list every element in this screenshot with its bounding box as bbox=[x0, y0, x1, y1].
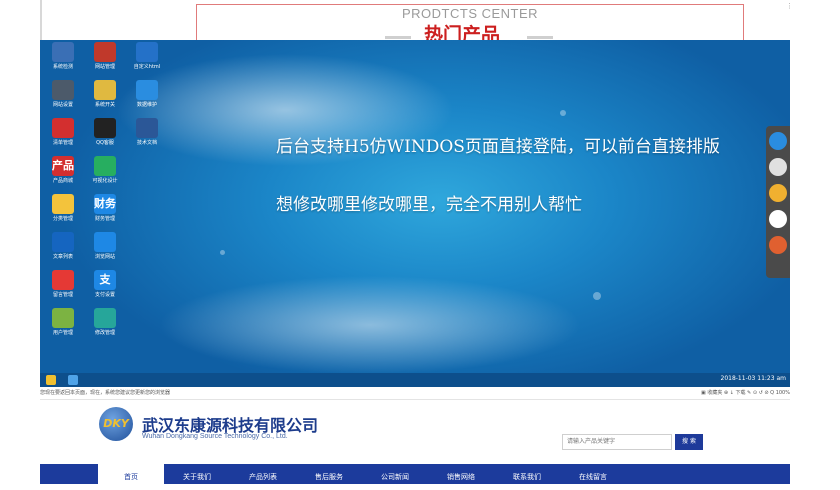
nav-item[interactable]: 联系我们 bbox=[494, 464, 560, 484]
desktop-icon-label: 文章列表 bbox=[52, 254, 73, 260]
list-icon bbox=[52, 232, 74, 252]
bubble bbox=[593, 292, 601, 300]
people-icon[interactable] bbox=[769, 184, 787, 202]
desktop-icon[interactable]: 自定义html bbox=[130, 40, 164, 76]
browser-status-bar: 您现在要返回本页面，现在，系统您建议您更新您的浏览器 ▣ 收藏夹 ⊕ ↓ 下载 … bbox=[40, 387, 790, 400]
info-icon[interactable] bbox=[769, 132, 787, 150]
desktop-icon-label: 浏览网站 bbox=[94, 254, 115, 260]
nav-item[interactable]: 公司新闻 bbox=[362, 464, 428, 484]
chat-icon bbox=[94, 308, 116, 328]
desktop-icon-label: 用户管理 bbox=[52, 330, 73, 336]
main-nav: 首页 关于我们 产品列表 售后服务 公司新闻 销售网络 联系我们 在线留言 bbox=[40, 464, 790, 484]
globe-icon bbox=[94, 42, 116, 62]
nav-item[interactable]: 售后服务 bbox=[296, 464, 362, 484]
bubble bbox=[220, 250, 225, 255]
web-desktop: 系统检测 网站管理 自定义html 网站设置 系统开关 数据维护清单管理 QQ客服 技术文档产… bbox=[40, 40, 790, 373]
desktop-icon-label: 技术文档 bbox=[136, 140, 157, 146]
title-dash-right bbox=[527, 36, 553, 39]
ie-icon bbox=[94, 232, 116, 252]
nav-item[interactable]: 销售网络 bbox=[428, 464, 494, 484]
promo-line-2: 想修改哪里修改哪里，完全不用别人帮忙 bbox=[276, 195, 582, 215]
desktop-icon-label: 财务管理 bbox=[94, 216, 115, 222]
desktop-icon[interactable]: 支支付设置 bbox=[88, 268, 122, 304]
nav-item[interactable]: 首页 bbox=[98, 464, 164, 484]
nav-item[interactable]: 在线留言 bbox=[560, 464, 626, 484]
desktop-icon-label: 可视化设计 bbox=[92, 178, 118, 184]
status-message: 您现在要返回本页面，现在，系统您建议您更新您的浏览器 bbox=[40, 390, 171, 396]
company-logo[interactable]: DKY bbox=[99, 407, 133, 441]
company-name-en: Wuhan Dongkang Source Technology Co., Lt… bbox=[142, 433, 288, 440]
desktop-icon[interactable]: 财务 财务管理 bbox=[88, 192, 122, 228]
shop-icon: 产品 bbox=[52, 156, 74, 176]
desktop-icon-label: 系统开关 bbox=[94, 102, 115, 108]
message-icon bbox=[52, 270, 74, 290]
desktop-icon-label: 分类管理 bbox=[52, 216, 73, 222]
monitor-icon bbox=[52, 42, 74, 62]
status-tools[interactable]: ▣ 收藏夹 ⊕ ↓ 下载 ✎ ⊙ ↺ ⊘ Q 100% bbox=[701, 389, 790, 396]
mail-icon[interactable] bbox=[769, 210, 787, 228]
settings-icon[interactable] bbox=[769, 158, 787, 176]
page-edge-line bbox=[40, 0, 42, 40]
desktop-icon-label: 修改管理 bbox=[94, 330, 115, 336]
desktop-icon-label: QQ客服 bbox=[96, 140, 114, 146]
desktop-icon[interactable]: 数据维护 bbox=[130, 78, 164, 114]
taskbar: 2018-11-03 11:23 am bbox=[40, 373, 790, 387]
desktop-icon-label: 支付设置 bbox=[94, 292, 115, 298]
penguin-icon bbox=[94, 118, 116, 138]
side-dock bbox=[766, 126, 790, 278]
desktop-icon[interactable]: 分类管理 bbox=[46, 192, 80, 228]
browser-icon[interactable] bbox=[68, 375, 78, 385]
word-icon bbox=[136, 118, 158, 138]
gear-icon bbox=[52, 80, 74, 100]
desktop-icon-label: 数据维护 bbox=[136, 102, 157, 108]
desktop-icon-label: 自定义html bbox=[133, 64, 161, 70]
bubble bbox=[560, 110, 566, 116]
desktop-icon[interactable]: 用户管理 bbox=[46, 306, 80, 342]
folder-icon bbox=[52, 194, 74, 214]
side-mark: ⋮ bbox=[786, 2, 793, 10]
window-icon bbox=[94, 156, 116, 176]
desktop-icon[interactable]: 系统检测 bbox=[46, 40, 80, 76]
desktop-icon[interactable]: 修改管理 bbox=[88, 306, 122, 342]
desktop-icon-label: 清单管理 bbox=[52, 140, 73, 146]
desktop-icon-label: 产品商城 bbox=[52, 178, 73, 184]
desktop-icon-label: 网站管理 bbox=[94, 64, 115, 70]
title-dash-left bbox=[385, 36, 411, 39]
desktop-icon[interactable]: 网站管理 bbox=[88, 40, 122, 76]
background-page-strip: PRODTCTS CENTER 热门产品 ⋮ bbox=[0, 0, 840, 46]
nav-item[interactable]: 关于我们 bbox=[164, 464, 230, 484]
users-icon bbox=[52, 308, 74, 328]
desktop-icon[interactable]: 网站设置 bbox=[46, 78, 80, 114]
promo-line-1: 后台支持H5仿WINDOS页面直接登陆，可以前台直接排版 bbox=[276, 137, 720, 157]
desktop-icon[interactable]: 清单管理 bbox=[46, 116, 80, 152]
desktop-icon[interactable]: QQ客服 bbox=[88, 116, 122, 152]
search-button[interactable]: 搜 索 bbox=[675, 434, 703, 450]
desktop-icon[interactable]: 系统开关 bbox=[88, 78, 122, 114]
signal-icon bbox=[136, 80, 158, 100]
desktop-icon[interactable]: 留言管理 bbox=[46, 268, 80, 304]
search-input[interactable]: 请输入产品关键字 bbox=[562, 434, 672, 450]
star-icon bbox=[136, 42, 158, 62]
nav-item[interactable]: 产品列表 bbox=[230, 464, 296, 484]
taskbar-clock: 2018-11-03 11:23 am bbox=[720, 375, 787, 382]
desktop-icon-label: 网站设置 bbox=[52, 102, 73, 108]
desktop-icon-label: 系统检测 bbox=[52, 64, 73, 70]
desktop-icon[interactable]: 浏览网站 bbox=[88, 230, 122, 266]
section-title-en: PRODTCTS CENTER bbox=[402, 6, 539, 21]
desktop-icon[interactable]: 技术文档 bbox=[130, 116, 164, 152]
desktop-icon[interactable]: 产品 产品商城 bbox=[46, 154, 80, 190]
finance-icon: 财务 bbox=[94, 194, 116, 214]
support-icon[interactable] bbox=[769, 236, 787, 254]
desktop-icon[interactable]: 文章列表 bbox=[46, 230, 80, 266]
notepad-icon bbox=[94, 80, 116, 100]
desktop-icon[interactable]: 可视化设计 bbox=[88, 154, 122, 190]
desktop-icon-label: 留言管理 bbox=[52, 292, 73, 298]
cart-icon bbox=[52, 118, 74, 138]
start-icon[interactable] bbox=[46, 375, 56, 385]
alipay-icon: 支 bbox=[94, 270, 116, 290]
